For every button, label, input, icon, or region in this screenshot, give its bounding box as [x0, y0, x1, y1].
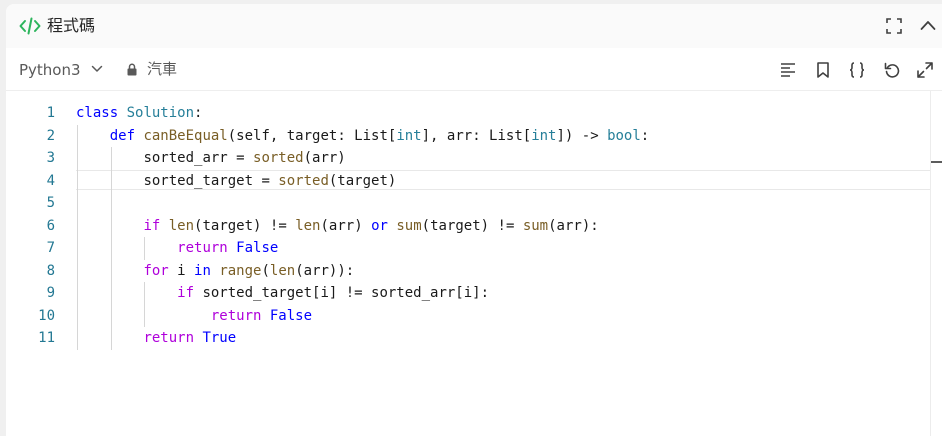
line-number: 6 — [46, 217, 55, 234]
line-code: for i in range(len(arr)): — [76, 260, 354, 283]
code-line: 7 return False — [6, 237, 930, 260]
language-select[interactable]: Python3 — [19, 60, 81, 80]
code-token: return — [143, 330, 195, 346]
code-token: bool — [607, 127, 641, 144]
code-token: sorted_arr = — [143, 150, 254, 166]
scrollbar-cursor-marker — [931, 161, 942, 163]
line-number: 4 — [46, 172, 55, 189]
code-token: ( — [261, 262, 270, 279]
code-line: 8 for i in range(len(arr)): — [6, 260, 930, 283]
code-token: i — [168, 262, 195, 279]
line-code: sorted_arr = sorted(arr) — [76, 147, 346, 170]
code-token: (arr): — [548, 217, 599, 234]
code-token: sorted_target[i] != sorted_arr[i]: — [194, 285, 490, 301]
lock-icon — [127, 63, 137, 76]
code-token: class — [76, 105, 119, 121]
code-line: 3 sorted_arr = sorted(arr) — [6, 147, 930, 170]
code-token: (arr) — [303, 150, 346, 166]
code-token: return — [177, 240, 228, 256]
line-code: def canBeEqual(self, target: List[int], … — [76, 125, 650, 148]
code-token: ]) -> — [556, 127, 608, 144]
code-token: or — [371, 217, 388, 234]
code-line: 6 if len(target) != len(arr) or sum(targ… — [6, 215, 930, 238]
code-line: 5 — [6, 192, 930, 215]
code-token: (self, target: List[ — [227, 127, 397, 144]
code-panel: 程式碼 Python3 汽車 1 class Solution: 2 def c… — [6, 4, 942, 436]
code-token: (target) != — [421, 217, 523, 234]
panel-title: 程式碼 — [47, 16, 96, 35]
code-token: (arr) — [320, 217, 372, 234]
code-line: 11 return True — [6, 327, 930, 350]
line-code: sorted_target = sorted(target) — [76, 170, 396, 193]
line-number: 2 — [46, 127, 55, 144]
line-number: 11 — [38, 330, 55, 346]
code-token: : — [194, 105, 203, 121]
code-token: (arr)): — [295, 262, 355, 279]
line-code: if sorted_target[i] != sorted_arr[i]: — [76, 282, 489, 305]
chevron-up-icon[interactable] — [920, 19, 936, 31]
code-token: sum — [522, 217, 549, 234]
code-line: 10 return False — [6, 305, 930, 328]
chevron-down-icon[interactable] — [91, 65, 103, 73]
editor-scrollbar[interactable] — [930, 91, 942, 436]
code-token: int — [531, 127, 557, 144]
code-token: ], arr: List[ — [421, 127, 532, 144]
code-token: sum — [396, 217, 422, 234]
code-line: 9 if sorted_target[i] != sorted_arr[i]: — [6, 282, 930, 305]
line-code: if len(target) != len(arr) or sum(target… — [76, 215, 599, 238]
code-token: for — [143, 262, 169, 279]
code-token: canBeEqual — [143, 127, 228, 144]
code-token: return — [210, 307, 262, 324]
line-number: 5 — [46, 195, 55, 211]
editor-toolbar: Python3 汽車 — [6, 48, 942, 91]
braces-icon[interactable] — [848, 61, 866, 79]
line-number: 10 — [38, 307, 55, 324]
lock-label: 汽車 — [147, 60, 178, 78]
code-token: False — [269, 307, 313, 324]
line-number: 8 — [46, 262, 55, 279]
code-token: if — [177, 285, 195, 301]
line-code: return False — [76, 237, 278, 260]
fullscreen-icon[interactable] — [886, 18, 902, 34]
code-token: if — [143, 217, 161, 234]
code-token: (target) — [328, 172, 397, 189]
code-token: sorted_target = — [143, 172, 279, 189]
line-number: 7 — [46, 240, 55, 256]
line-code: class Solution: — [76, 102, 202, 125]
code-token: True — [202, 330, 237, 346]
code-token: in — [194, 262, 211, 279]
line-number: 3 — [46, 150, 55, 166]
bookmark-icon[interactable] — [814, 61, 832, 79]
code-editor[interactable]: 1 class Solution: 2 def canBeEqual(self, t… — [6, 91, 930, 436]
code-line: 4 sorted_target = sorted(target) — [6, 170, 930, 193]
code-token: sorted — [278, 172, 329, 189]
expand-editor-icon[interactable] — [916, 61, 934, 79]
code-line: 1 class Solution: — [6, 102, 930, 125]
line-code: return False — [76, 305, 312, 328]
reset-icon[interactable] — [883, 61, 901, 79]
code-token: def — [109, 127, 136, 144]
code-token: int — [396, 127, 422, 144]
code-icon — [19, 17, 41, 35]
code-token: len — [168, 217, 195, 234]
code-token: len — [269, 262, 296, 279]
panel-header: 程式碼 — [6, 4, 942, 49]
code-token: : — [640, 127, 650, 144]
code-token: (target) != — [194, 217, 296, 234]
line-number: 9 — [46, 285, 55, 301]
code-token: len — [295, 217, 321, 234]
code-token: sorted — [253, 150, 304, 166]
line-code: return True — [76, 327, 236, 350]
code-token: False — [236, 240, 279, 256]
code-line: 2 def canBeEqual(self, target: List[int]… — [6, 125, 930, 148]
format-icon[interactable] — [779, 61, 797, 79]
code-token: range — [219, 262, 262, 279]
code-token: Solution — [126, 105, 195, 121]
line-number: 1 — [46, 105, 55, 121]
